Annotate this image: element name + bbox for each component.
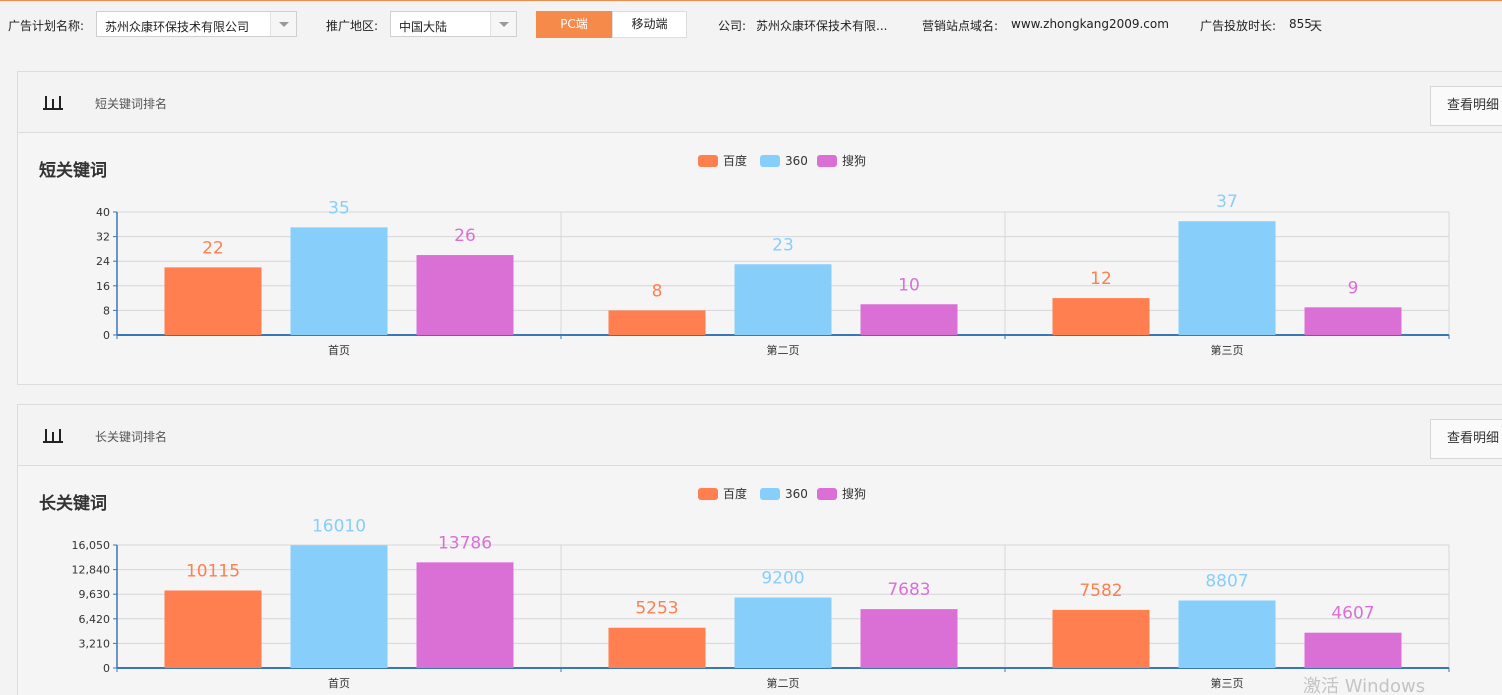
legend-swatch (698, 488, 718, 500)
y-tick-label: 16 (96, 280, 110, 293)
bar (860, 304, 958, 335)
y-tick-label: 0 (103, 662, 110, 675)
bar (734, 597, 832, 668)
y-tick-label: 0 (103, 329, 110, 342)
bar (164, 267, 262, 335)
data-label: 5253 (635, 599, 678, 619)
short-keyword-panel: 短关键词排名 查看明细 短关键词 百度 360 搜狗 0 8 16 24 32 40 首页 22 35… (17, 71, 1502, 385)
y-tick-label: 40 (96, 206, 110, 219)
bar (734, 264, 832, 335)
legend-label: 360 (785, 154, 808, 168)
duration-value: 855 (1289, 17, 1312, 31)
bar (1304, 307, 1402, 335)
data-label: 8 (652, 281, 663, 301)
y-tick-label: 16,050 (72, 539, 111, 552)
region-label: 推广地区: (326, 19, 379, 33)
bar (416, 255, 514, 335)
legend-label: 搜狗 (842, 486, 866, 501)
data-label: 4607 (1331, 604, 1374, 624)
data-label: 23 (772, 235, 794, 255)
x-tick-label: 第三页 (1211, 676, 1244, 690)
company-label: 公司: (718, 19, 747, 33)
y-tick-label: 12,840 (72, 564, 111, 577)
data-label: 10 (898, 275, 920, 295)
legend-swatch (817, 155, 837, 167)
bar (1052, 609, 1150, 668)
y-tick-label: 6,420 (79, 613, 111, 626)
domain-link[interactable]: www.zhongkang2009.com (1011, 17, 1169, 31)
chevron-down-icon[interactable] (270, 12, 296, 36)
data-label: 35 (328, 198, 350, 218)
pc-tab[interactable]: PC端 (536, 11, 612, 38)
plan-label: 广告计划名称: (8, 19, 85, 33)
duration-label: 广告投放时长: (1200, 19, 1277, 33)
company-value: 苏州众康环保技术有限... (756, 19, 888, 33)
bar (608, 310, 706, 335)
data-label: 16010 (312, 516, 366, 536)
bar (608, 627, 706, 668)
data-label: 22 (202, 238, 224, 258)
bar (416, 562, 514, 668)
legend-swatch (760, 155, 780, 167)
top-accent-line (0, 0, 1502, 1)
bar (1178, 600, 1276, 668)
bar (1304, 632, 1402, 668)
filter-toolbar: 广告计划名称: 苏州众康环保技术有限公司 推广地区: 中国大陆 PC端 移动端 … (0, 8, 1502, 40)
y-tick-label: 24 (96, 255, 110, 268)
legend-label: 百度 (723, 486, 747, 501)
legend-swatch (817, 488, 837, 500)
x-tick-label: 第二页 (767, 676, 800, 690)
data-label: 9200 (761, 568, 804, 588)
region-select[interactable]: 中国大陆 (390, 11, 517, 37)
data-label: 10115 (186, 561, 240, 581)
data-label: 37 (1216, 192, 1238, 212)
y-tick-label: 8 (103, 304, 110, 317)
bar (1178, 221, 1276, 335)
plan-select-value: 苏州众康环保技术有限公司 (105, 20, 250, 34)
y-tick-label: 32 (96, 231, 110, 244)
chevron-down-icon[interactable] (490, 12, 516, 36)
legend-label: 搜狗 (842, 153, 866, 168)
duration-unit: 天 (1310, 19, 1323, 33)
data-label: 8807 (1205, 572, 1248, 592)
windows-activation-watermark: 激活 Windows (1303, 676, 1426, 695)
x-tick-label: 首页 (328, 676, 350, 690)
y-tick-label: 3,210 (79, 637, 111, 650)
short-keyword-chart: 百度 360 搜狗 0 8 16 24 32 40 首页 22 35 26 第二页 8 23 10 第三页 12 37… (96, 153, 1450, 357)
region-select-value: 中国大陆 (399, 20, 448, 34)
long-keyword-panel: 长关键词排名 查看明细 长关键词 百度 360 搜狗 0 3,210 6,420 9,630… (17, 404, 1502, 695)
data-label: 13786 (438, 533, 492, 553)
y-tick-label: 9,630 (79, 588, 111, 601)
mobile-tab[interactable]: 移动端 (612, 11, 687, 38)
long-keyword-chart: 百度 360 搜狗 0 3,210 6,420 9,630 12,840 16,050 首页 101… (72, 486, 1450, 690)
legend-swatch (760, 488, 780, 500)
bar (860, 609, 958, 668)
data-label: 26 (454, 226, 476, 246)
bar (1052, 298, 1150, 335)
data-label: 9 (1348, 278, 1359, 298)
bar (164, 590, 262, 668)
x-tick-label: 第三页 (1211, 343, 1244, 357)
data-label: 7683 (887, 580, 930, 600)
x-tick-label: 首页 (328, 343, 350, 357)
bar (290, 545, 388, 668)
plan-select[interactable]: 苏州众康环保技术有限公司 (96, 11, 297, 37)
data-label: 7582 (1079, 581, 1122, 601)
x-tick-label: 第二页 (767, 343, 800, 357)
bar (290, 227, 388, 335)
legend-swatch (698, 155, 718, 167)
legend-label: 360 (785, 487, 808, 501)
legend-label: 百度 (723, 153, 747, 168)
data-label: 12 (1090, 269, 1112, 289)
domain-label: 营销站点域名: (922, 19, 999, 33)
